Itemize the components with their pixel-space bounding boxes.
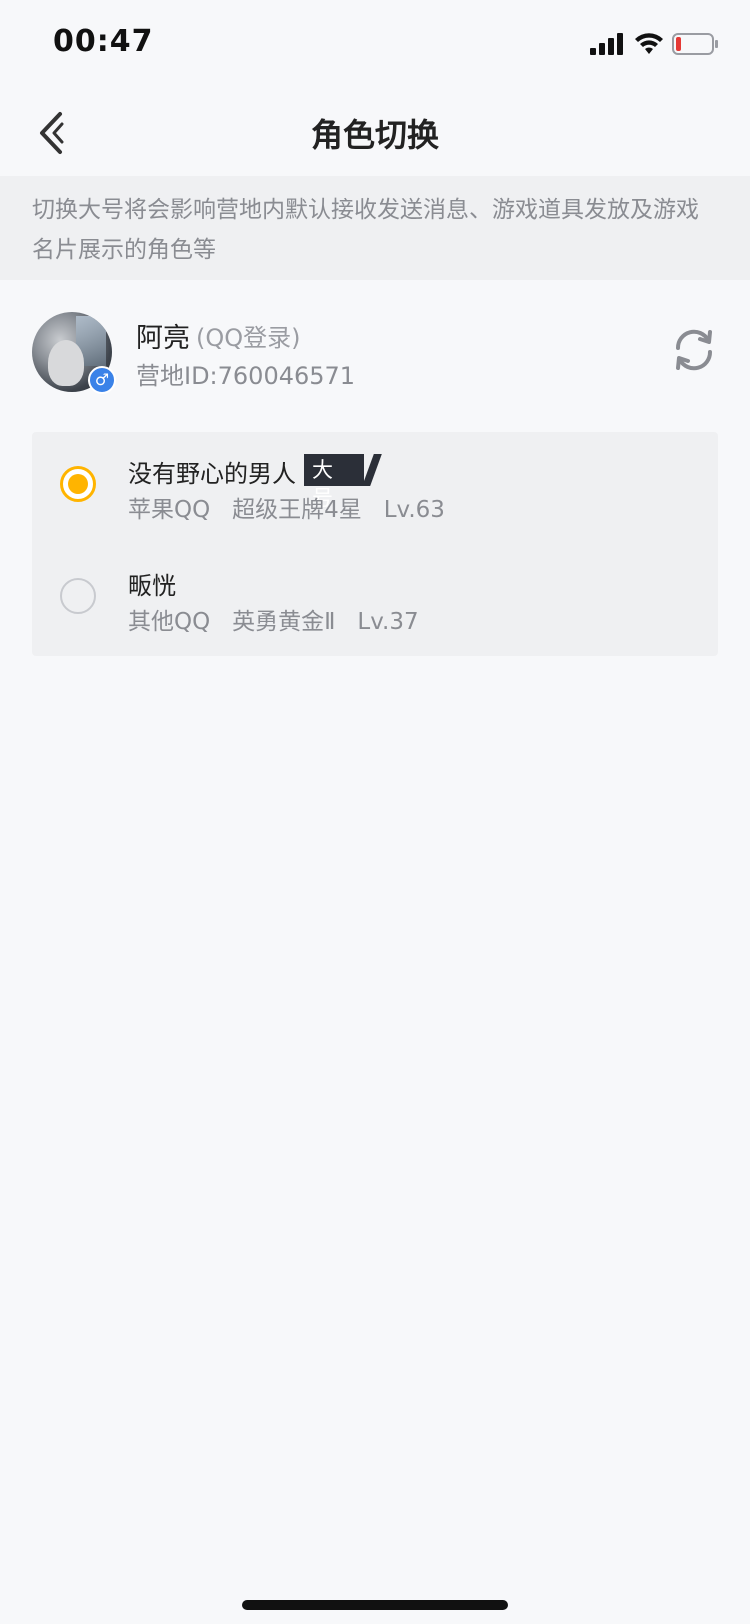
refresh-icon[interactable] bbox=[670, 326, 718, 374]
male-icon: ♂ bbox=[88, 366, 116, 394]
user-name: 阿亮 bbox=[136, 323, 190, 354]
signal-icon bbox=[590, 33, 623, 55]
role-name: 畈恍 bbox=[128, 572, 176, 600]
user-profile: ♂ 阿亮 (QQ登录) 营地ID:760046571 bbox=[0, 296, 750, 408]
avatar-cat bbox=[48, 340, 84, 386]
login-type: (QQ登录) bbox=[196, 324, 301, 352]
role-details: 其他QQ 英勇黄金Ⅱ Lv.37 bbox=[128, 609, 419, 635]
notice-text: 切换大号将会影响营地内默认接收发送消息、游戏道具发放及游戏名片展示的角色等 bbox=[32, 197, 699, 263]
role-item-main[interactable]: 没有野心的男人 大号 苹果QQ 超级王牌4星 Lv.63 bbox=[32, 432, 718, 542]
wifi-icon bbox=[635, 33, 663, 54]
badge-slash bbox=[362, 454, 382, 486]
nav-bar: 角色切换 bbox=[0, 88, 750, 176]
role-item-secondary[interactable]: 畈恍 其他QQ 英勇黄金Ⅱ Lv.37 bbox=[32, 544, 718, 654]
radio-selected-icon[interactable] bbox=[60, 466, 96, 502]
radio-unselected-icon[interactable] bbox=[60, 578, 96, 614]
camp-id: 营地ID:760046571 bbox=[136, 362, 356, 390]
role-list: 没有野心的男人 大号 苹果QQ 超级王牌4星 Lv.63 畈恍 其他QQ 英勇黄… bbox=[32, 432, 718, 656]
status-time: 00:47 bbox=[53, 24, 154, 59]
notice-banner: 切换大号将会影响营地内默认接收发送消息、游戏道具发放及游戏名片展示的角色等 bbox=[0, 176, 750, 280]
status-bar: 00:47 bbox=[0, 0, 750, 88]
home-indicator[interactable] bbox=[242, 1600, 508, 1610]
page-title: 角色切换 bbox=[310, 116, 439, 154]
role-name: 没有野心的男人 bbox=[128, 460, 296, 488]
role-details: 苹果QQ 超级王牌4星 Lv.63 bbox=[128, 497, 445, 523]
battery-icon bbox=[672, 33, 718, 55]
